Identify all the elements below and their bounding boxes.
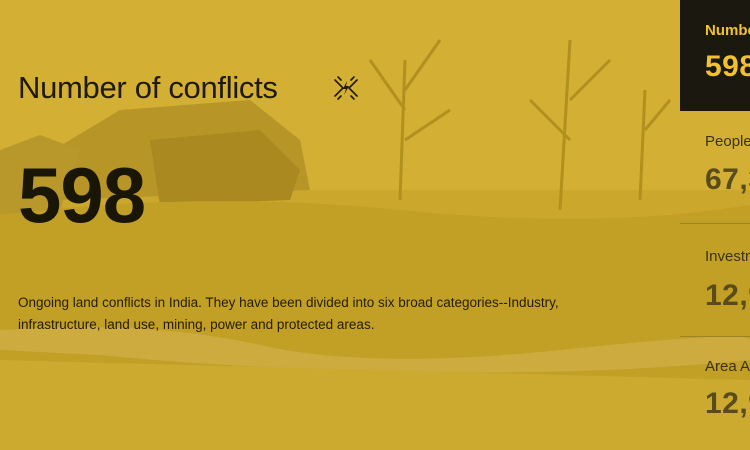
sidebar-item-value: 598 [705,50,750,83]
sidebar-item-value: 67,3 [705,163,750,196]
sidebar-item-label: Area Affected [705,358,750,375]
sidebar-item-number-of-conflicts[interactable]: Number of conflicts 598 [680,0,750,111]
sidebar-item-label: Number of conflicts [705,22,750,39]
sidebar-item-value: 12,9 [705,387,750,420]
stats-sidebar: Number of conflicts 598 People affected … [680,0,750,450]
conflict-count: 598 [18,151,146,239]
description-text: Ongoing land conflicts in India. They ha… [18,295,559,332]
sidebar-item-investment[interactable]: Investment 12,9 [680,224,750,336]
hero-panel: Number of conflicts 598 Ongoing land con… [18,0,638,450]
sidebar-item-people-affected[interactable]: People affected 67,3 [680,111,750,223]
sidebar-item-label: People affected [705,133,750,150]
sidebar-item-value: 12,9 [705,279,750,312]
sidebar-item-label: Investment [705,248,750,265]
sidebar-item-area-affected[interactable]: Area Affected 12,9 [680,337,750,450]
page-title: Number of conflicts [18,70,278,105]
conflict-icon [332,74,360,102]
